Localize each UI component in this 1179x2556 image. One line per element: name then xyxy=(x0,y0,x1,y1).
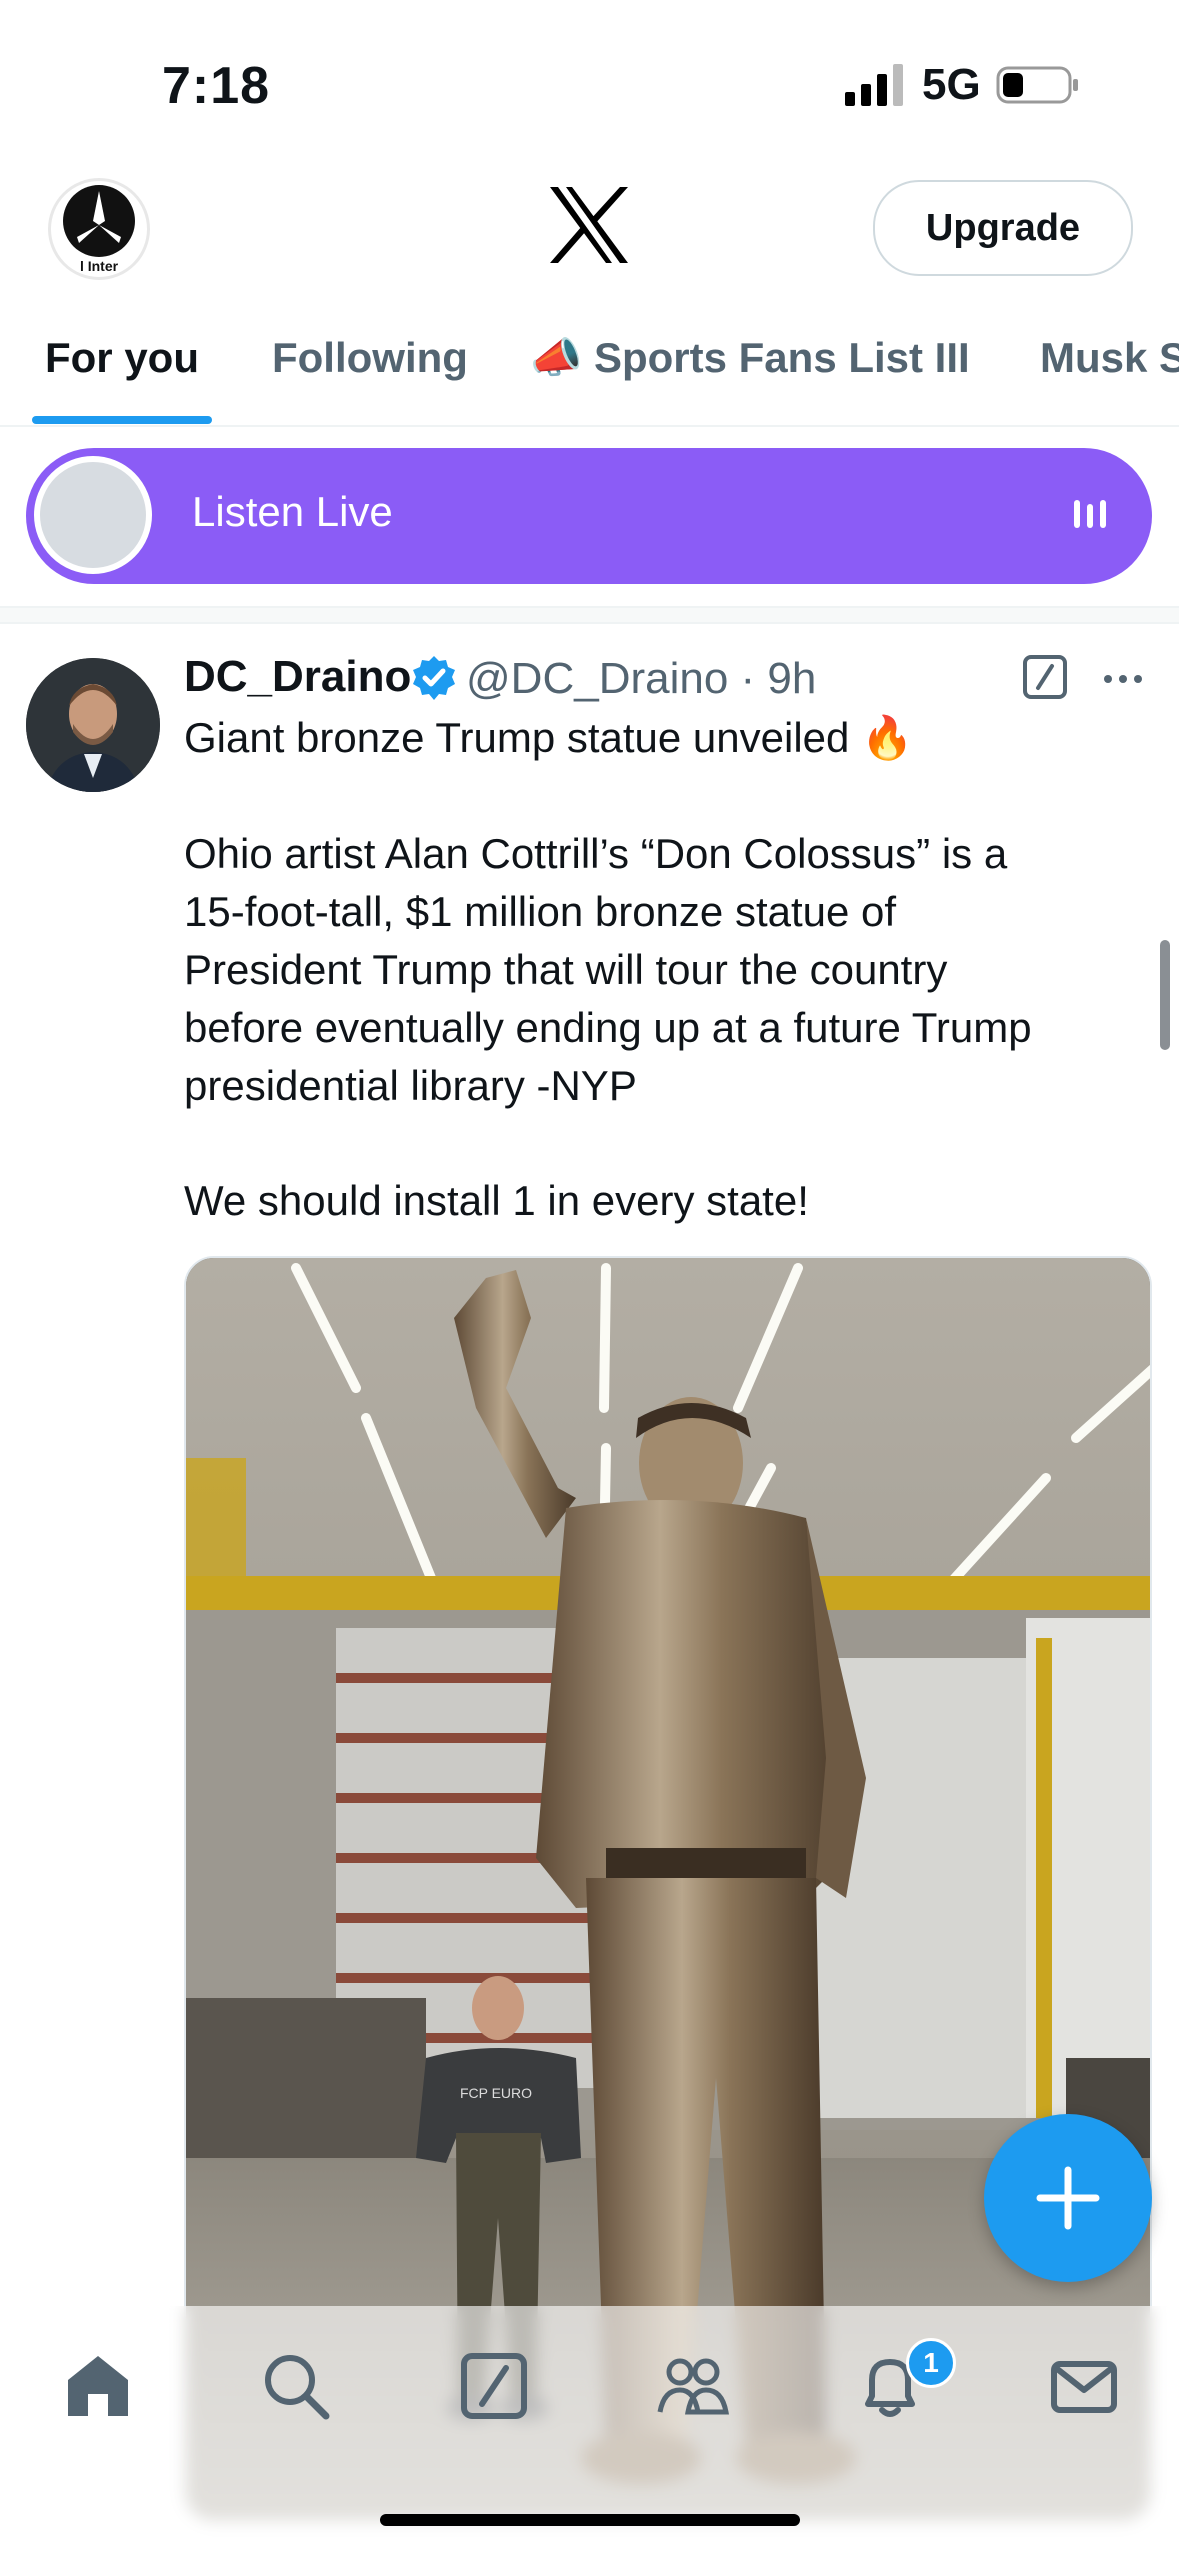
grok-icon[interactable] xyxy=(456,2348,532,2424)
listen-live-label: Listen Live xyxy=(192,488,393,535)
author-avatar[interactable] xyxy=(26,658,160,792)
avatar-text: l Inter xyxy=(80,258,119,274)
tweet-text-line: Giant bronze Trump statue unveiled 🔥 xyxy=(184,714,914,761)
plus-icon xyxy=(1036,2166,1100,2230)
tweet-text-line: presidential library -NYP xyxy=(184,1062,637,1109)
profile-logo-icon: l Inter xyxy=(63,185,135,274)
tweet-text-line: Ohio artist Alan Cottrill’s “Don Colossu… xyxy=(184,830,1008,877)
tab-sports-fans-list[interactable]: 📣 Sports Fans List III xyxy=(530,334,970,383)
x-logo-icon xyxy=(550,187,628,263)
verified-badge-icon xyxy=(413,656,455,700)
tweet-text-line: We should install 1 in every state! xyxy=(184,1177,809,1224)
messages-icon[interactable] xyxy=(1046,2348,1122,2424)
avatar-portrait-icon xyxy=(26,658,160,792)
audio-bars-icon xyxy=(1074,500,1106,528)
tabs-divider xyxy=(0,425,1179,427)
active-tab-indicator xyxy=(32,416,212,424)
home-indicator[interactable] xyxy=(380,2514,800,2526)
tweet-text-line: before eventually ending up at a future … xyxy=(184,1004,1032,1051)
communities-icon[interactable] xyxy=(654,2348,730,2424)
tweet-text-line: 15-foot-tall, $1 million bronze statue o… xyxy=(184,888,897,935)
notification-badge: 1 xyxy=(906,2338,956,2388)
network-type: 5G xyxy=(922,60,981,109)
author-name[interactable]: DC_Draino xyxy=(184,652,411,702)
tab-for-you[interactable]: For you xyxy=(45,334,199,382)
tweet-text-line: President Trump that will tour the count… xyxy=(184,946,948,993)
tab-musk[interactable]: Musk S xyxy=(1040,334,1179,382)
signal-icon xyxy=(845,64,903,106)
upgrade-button[interactable]: Upgrade xyxy=(873,180,1133,276)
section-divider xyxy=(0,606,1179,624)
battery-icon xyxy=(996,66,1078,104)
tab-following[interactable]: Following xyxy=(272,334,468,382)
listen-live-banner[interactable]: Listen Live xyxy=(26,448,1152,584)
grok-icon[interactable] xyxy=(1022,654,1068,700)
compose-button[interactable] xyxy=(984,2114,1152,2282)
search-icon[interactable] xyxy=(258,2348,334,2424)
scroll-indicator[interactable] xyxy=(1160,940,1170,1050)
status-time: 7:18 xyxy=(162,57,271,115)
listen-live-avatar xyxy=(34,456,152,574)
profile-avatar[interactable]: l Inter xyxy=(48,178,150,280)
shirt-text: FCP EURO xyxy=(460,2085,532,2101)
author-handle-time: @DC_Draino · 9h xyxy=(466,654,817,703)
home-icon[interactable] xyxy=(60,2348,136,2424)
timeline-tabs: For you Following 📣 Sports Fans List III… xyxy=(0,318,1179,426)
more-options-icon[interactable] xyxy=(1100,656,1146,702)
